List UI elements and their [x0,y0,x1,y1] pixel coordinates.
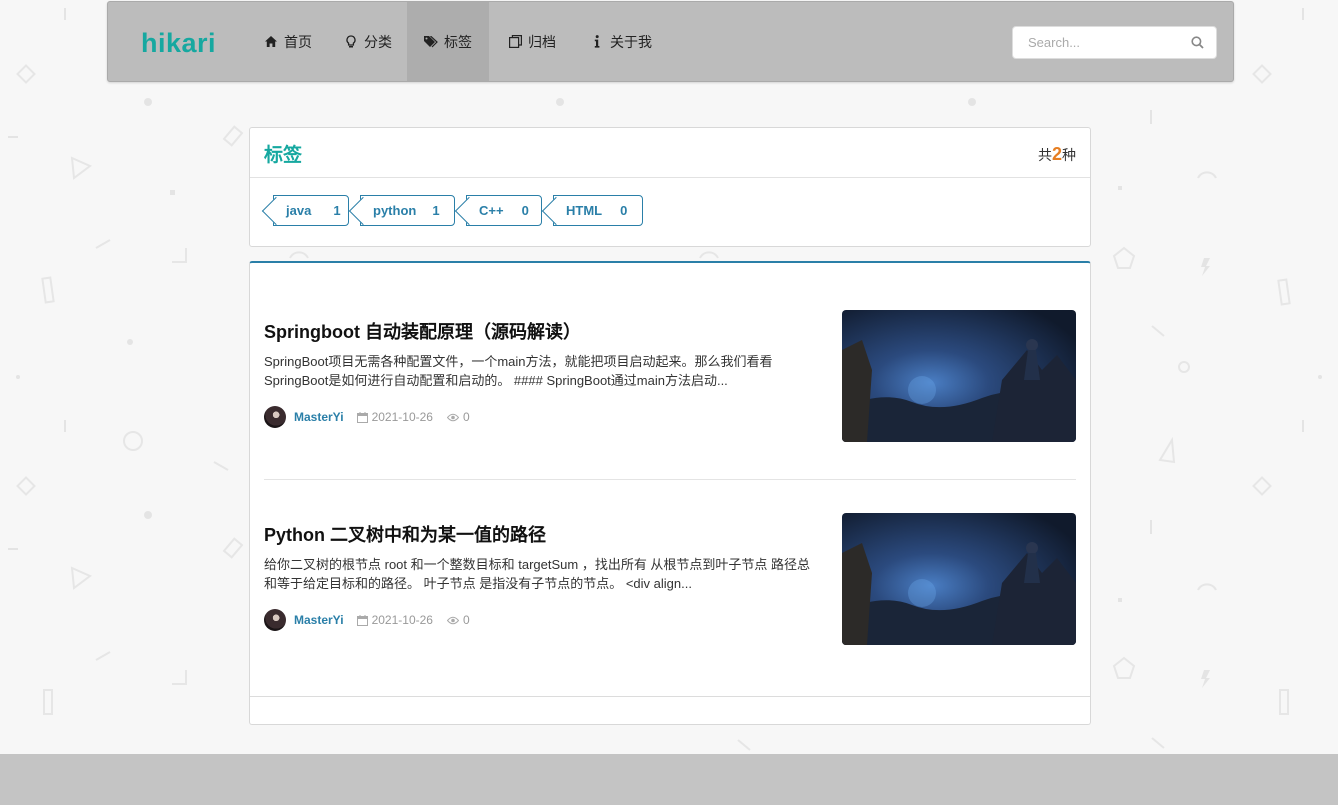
nav-item-label: 关于我 [610,33,652,50]
post-title-link[interactable]: Springboot 自动装配原理（源码解读） [264,318,581,344]
tag-html[interactable]: HTML 0 [553,195,643,226]
archive-icon [508,35,522,48]
nav-item-home[interactable]: 首页 [247,2,329,81]
tag-post-count: 0 [620,203,628,218]
tag-count: 共2种 [1038,144,1076,165]
tag-cpp[interactable]: C++ 0 [466,195,542,226]
nav-item-tags[interactable]: 标签 [407,2,489,81]
page-title: 标签 [264,145,303,166]
nav-item-about[interactable]: 关于我 [575,2,667,81]
footer [0,754,1338,805]
tags-panel: 标签 共2种 java 1 python 1 C++ 0 HTML 0 [249,127,1091,247]
tags-icon [424,35,438,48]
post-date: 2021-10-26 [371,613,433,627]
post-list-footer-divider [250,696,1090,697]
nav-item-label: 首页 [284,33,312,50]
post-title-link[interactable]: Python 二叉树中和为某一值的路径 [264,521,546,547]
tag-name: C++ [479,203,504,218]
nav-item-label: 标签 [444,33,472,50]
tag-post-count: 1 [432,203,440,218]
tag-count-suffix: 种 [1062,147,1076,163]
post-meta: MasterYi 2021-10-26 0 [264,406,470,428]
calendar-icon [356,614,368,626]
post-thumbnail[interactable] [842,310,1076,442]
tag-count-number: 2 [1051,144,1062,164]
post-views: 0 [462,410,470,424]
search-icon[interactable] [1191,36,1204,54]
search-box [1012,26,1217,59]
tag-java[interactable]: java 1 [273,195,349,226]
lightbulb-icon [344,35,358,48]
tag-list: java 1 python 1 C++ 0 HTML 0 [273,195,654,226]
tag-name: java [286,203,312,218]
calendar-icon [356,411,368,423]
site-logo[interactable]: hikari [141,28,216,59]
home-icon [264,36,278,47]
post-thumbnail[interactable] [842,513,1076,645]
eye-icon [446,413,459,422]
post-excerpt: SpringBoot项目无需各种配置文件，一个main方法，就能把项目启动起来。… [264,354,773,388]
tag-post-count: 0 [521,203,529,218]
post-divider [264,479,1076,480]
author-link[interactable]: MasterYi [294,613,344,627]
avatar [264,406,286,428]
top-navbar: hikari 首页 分类 标签 归档 关于我 [107,1,1234,82]
post-date: 2021-10-26 [371,410,433,424]
author-link[interactable]: MasterYi [294,410,344,424]
tag-count-prefix: 共 [1037,147,1052,163]
search-input[interactable] [1026,34,1190,51]
avatar [264,609,286,631]
post-views: 0 [462,613,470,627]
tag-python[interactable]: python 1 [360,195,455,226]
info-icon [590,35,604,48]
tag-name: HTML [566,203,603,218]
eye-icon [446,616,459,625]
nav-item-archive[interactable]: 归档 [489,2,575,81]
tag-post-count: 1 [333,203,341,218]
post-excerpt: 给你二叉树的根节点 root 和一个整数目标和 targetSum ，找出所有 … [264,557,811,591]
post-meta: MasterYi 2021-10-26 0 [264,609,470,631]
nav-item-label: 分类 [364,33,392,50]
nav-item-label: 归档 [528,33,556,50]
tag-name: python [373,203,417,218]
tags-panel-header: 标签 共2种 [250,128,1090,178]
nav-item-categories[interactable]: 分类 [329,2,407,81]
post-list: Springboot 自动装配原理（源码解读） SpringBoot项目无需各种… [249,261,1091,725]
